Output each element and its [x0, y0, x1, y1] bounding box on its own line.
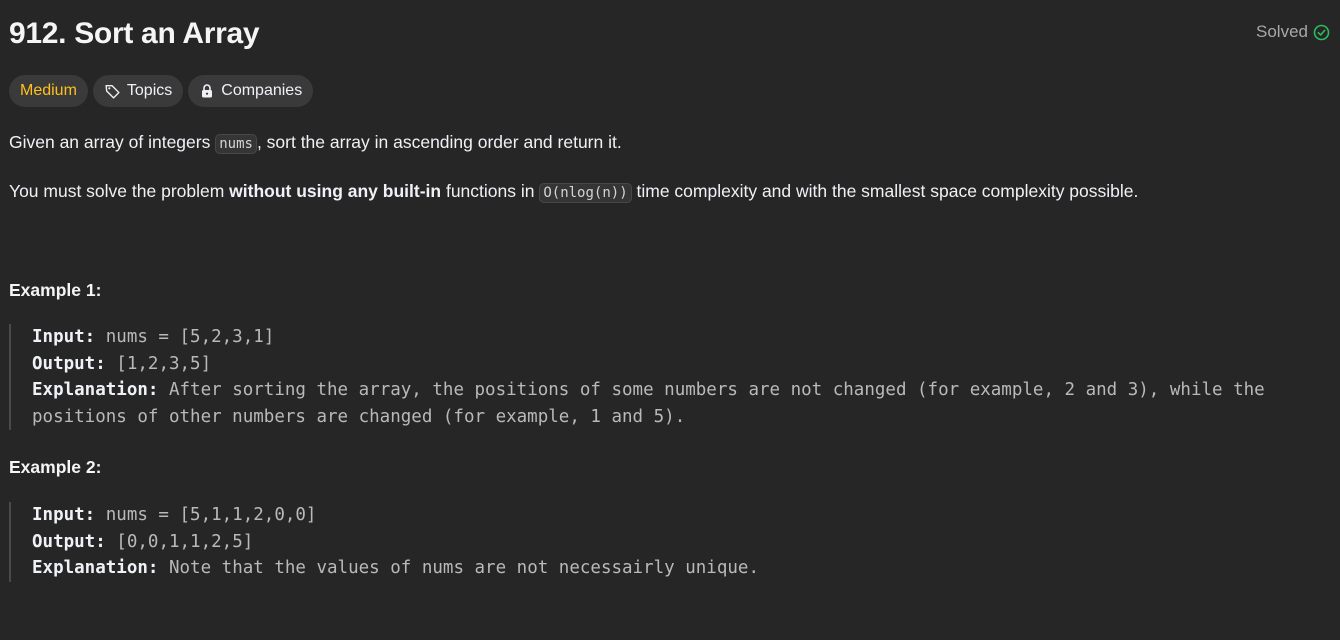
topics-button[interactable]: Topics — [92, 75, 184, 107]
inline-code: nums — [215, 134, 257, 154]
title-row: 912. Sort an Array Solved — [9, 12, 1330, 56]
example-input-line: Input: nums = [5,1,1,2,0,0] — [32, 502, 1330, 529]
input-label: Input: — [32, 505, 96, 525]
inline-code: O(nlog(n)) — [539, 183, 632, 203]
description-paragraph-2: You must solve the problem without using… — [9, 179, 1330, 205]
text-segment: Given an array of integers — [9, 132, 216, 152]
tag-row: Medium Topics Companies — [9, 75, 314, 107]
output-value: [1,2,3,5] — [105, 353, 212, 374]
text-segment: functions in — [441, 181, 540, 201]
example-2-block: Input: nums = [5,1,1,2,0,0] Output: [0,0… — [9, 502, 1330, 582]
example-input-line: Input: nums = [5,2,3,1] — [32, 324, 1330, 351]
explanation-value: Note that the values of nums are not nec… — [158, 558, 759, 578]
description-paragraph-1: Given an array of integers nums, sort th… — [9, 130, 1330, 156]
problem-title[interactable]: 912. Sort an Array — [9, 17, 260, 51]
output-label: Output: — [32, 353, 106, 374]
example-explanation-line: Explanation: After sorting the array, th… — [32, 377, 1330, 430]
example-explanation-line: Explanation: Note that the values of num… — [32, 555, 1330, 582]
text-segment: , sort the array in ascending order and … — [256, 132, 622, 152]
solved-label: Solved — [1256, 22, 1308, 41]
example-1-heading: Example 1: — [9, 280, 102, 300]
input-label: Input: — [32, 327, 96, 347]
explanation-label: Explanation: — [32, 380, 159, 400]
topics-label: Topics — [126, 82, 173, 99]
tag-icon — [104, 83, 121, 100]
example-1-block: Input: nums = [5,2,3,1] Output: [1,2,3,5… — [9, 324, 1330, 430]
companies-label: Companies — [221, 82, 303, 99]
output-value: [0,0,1,1,2,5] — [105, 531, 254, 552]
companies-button[interactable]: Companies — [188, 75, 314, 107]
input-value: nums = [5,2,3,1] — [95, 327, 275, 347]
text-segment: You must solve the problem — [9, 181, 230, 201]
lock-icon — [199, 83, 215, 99]
explanation-value: After sorting the array, the positions o… — [32, 380, 1276, 427]
problem-description-panel: 912. Sort an Array Solved Medium Topics — [0, 0, 1340, 640]
text-segment: time complexity and with the smallest sp… — [631, 181, 1139, 201]
input-value: nums = [5,1,1,2,0,0] — [95, 505, 317, 525]
difficulty-label: Medium — [20, 82, 77, 99]
solved-status: Solved — [1256, 22, 1330, 42]
bold-text: without using any built-in — [229, 181, 442, 201]
example-2-heading: Example 2: — [9, 457, 102, 477]
output-label: Output: — [32, 531, 106, 552]
difficulty-badge[interactable]: Medium — [9, 75, 88, 107]
check-circle-icon — [1313, 24, 1330, 41]
explanation-label: Explanation: — [32, 558, 159, 578]
example-output-line: Output: [1,2,3,5] — [32, 351, 1330, 378]
example-output-line: Output: [0,0,1,1,2,5] — [32, 529, 1330, 556]
